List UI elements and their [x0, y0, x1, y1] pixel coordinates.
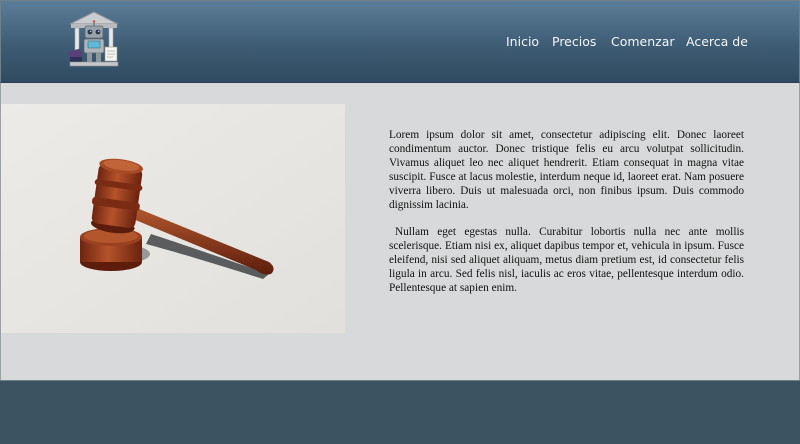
gavel-photo [1, 104, 345, 333]
paragraph-2: Nullam eget egestas nulla. Curabitur lob… [389, 226, 744, 295]
nav-link-acerca-de[interactable]: Acerca de [686, 34, 748, 49]
site-footer [0, 380, 800, 444]
site-header: Inicio Precios Comenzar Acerca de [0, 0, 800, 83]
nav-link-precios[interactable]: Precios [552, 34, 596, 49]
paragraph-1: Lorem ipsum dolor sit amet, consectetur … [389, 129, 744, 211]
nav-link-inicio[interactable]: Inicio [506, 34, 539, 49]
content-text: Lorem ipsum dolor sit amet, consectetur … [389, 129, 744, 296]
main-content: Lorem ipsum dolor sit amet, consectetur … [0, 83, 800, 380]
main-nav: Inicio Precios Comenzar Acerca de [1, 34, 800, 52]
nav-link-comenzar[interactable]: Comenzar [611, 34, 675, 49]
